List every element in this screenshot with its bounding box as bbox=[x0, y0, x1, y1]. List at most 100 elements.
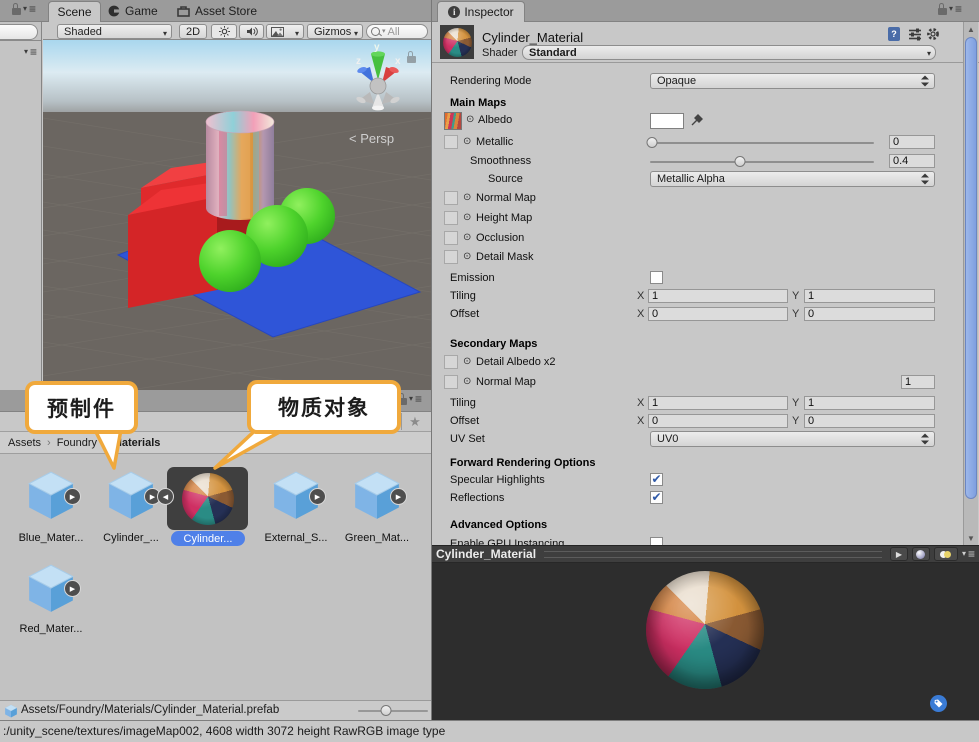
breadcrumb-materials[interactable]: Materials bbox=[113, 437, 161, 449]
secondary-offset-x-field[interactable] bbox=[648, 414, 788, 428]
status-text[interactable]: :/unity_scene/textures/imageMap002, 4608… bbox=[3, 724, 445, 738]
project-window-menu[interactable]: ▾ ≡ bbox=[398, 393, 422, 405]
tab-inspector[interactable]: i Inspector bbox=[437, 1, 525, 22]
albedo-color-swatch[interactable] bbox=[650, 113, 684, 129]
chevron-down-icon[interactable]: ▾ bbox=[23, 5, 27, 13]
secondary-tiling-x-field[interactable] bbox=[648, 396, 788, 410]
target-picker-icon[interactable]: ⊙ bbox=[463, 232, 471, 243]
panel-divider-vertical[interactable] bbox=[431, 0, 432, 720]
green-sphere[interactable] bbox=[199, 230, 261, 292]
target-picker-icon[interactable]: ⊙ bbox=[463, 192, 471, 203]
preview-header[interactable]: Cylinder_Material ▶ ▾ ≡ bbox=[432, 545, 979, 563]
asset-expand-badge[interactable]: ▶ bbox=[309, 488, 326, 505]
smoothness-slider[interactable] bbox=[650, 161, 874, 163]
project-item-label-selected[interactable]: Cylinder... bbox=[171, 531, 245, 546]
tab-game[interactable]: Game bbox=[108, 0, 158, 22]
project-item-label[interactable]: Red_Mater... bbox=[6, 623, 96, 635]
chevron-down-icon[interactable]: ▾ bbox=[949, 5, 953, 13]
project-item-label[interactable]: Blue_Mater... bbox=[6, 532, 96, 544]
menu-icon[interactable]: ≡ bbox=[955, 3, 962, 15]
scroll-down-icon[interactable]: ▼ bbox=[964, 531, 978, 545]
project-item-selected-tile[interactable] bbox=[167, 467, 248, 530]
preview-material-sphere[interactable] bbox=[646, 571, 764, 689]
metallic-texture-slot[interactable] bbox=[444, 135, 458, 149]
scene-effects-button[interactable]: ▾ bbox=[266, 24, 304, 39]
scrollbar-thumb[interactable] bbox=[965, 37, 977, 499]
left-panel-search-field[interactable] bbox=[0, 24, 38, 40]
reflections-checkbox[interactable]: ✔ bbox=[650, 491, 663, 504]
metallic-slider[interactable] bbox=[650, 142, 874, 144]
target-picker-icon[interactable]: ⊙ bbox=[463, 136, 471, 147]
menu-icon[interactable]: ≡ bbox=[415, 393, 422, 405]
zoom-slider-thumb[interactable] bbox=[381, 705, 392, 716]
thumbnail-zoom-slider[interactable] bbox=[358, 710, 428, 712]
shading-mode-dropdown[interactable]: Shaded ▾ bbox=[57, 24, 172, 39]
left-subpanel-menu[interactable]: ▾ ≡ bbox=[24, 46, 37, 58]
scene-viewport[interactable]: y z x < Persp bbox=[43, 40, 431, 390]
tiling-y-field[interactable] bbox=[804, 289, 935, 303]
asset-expand-badge[interactable]: ▶ bbox=[390, 488, 407, 505]
normal-map-texture-slot[interactable] bbox=[444, 191, 458, 205]
offset-y-field[interactable] bbox=[804, 307, 935, 321]
secondary-tiling-y-field[interactable] bbox=[804, 396, 935, 410]
offset-x-field[interactable] bbox=[648, 307, 788, 321]
favorite-star-button[interactable]: ★ bbox=[401, 413, 428, 430]
asset-expand-badge[interactable]: ▶ bbox=[64, 488, 81, 505]
asset-expand-badge[interactable]: ▶ bbox=[64, 580, 81, 597]
chevron-down-icon[interactable]: ▾ bbox=[409, 395, 413, 403]
rendering-mode-dropdown[interactable]: Opaque bbox=[650, 73, 935, 89]
occlusion-texture-slot[interactable] bbox=[444, 231, 458, 245]
asset-collapse-badge[interactable]: ◀ bbox=[157, 488, 174, 505]
tab-scene[interactable]: Scene bbox=[48, 1, 101, 22]
secondary-normal-texture-slot[interactable] bbox=[444, 375, 458, 389]
presets-icon[interactable] bbox=[908, 27, 922, 41]
textured-cylinder[interactable] bbox=[206, 111, 274, 220]
inspector-scrollbar[interactable]: ▲ ▼ bbox=[963, 22, 978, 545]
inspector-window-menu[interactable]: ▾ ≡ bbox=[938, 3, 962, 15]
left-panel-window-menu[interactable]: ▾ ≡ bbox=[12, 3, 36, 15]
target-picker-icon[interactable]: ⊙ bbox=[466, 114, 474, 125]
asset-labels-icon[interactable] bbox=[930, 695, 947, 712]
scene-audio-button[interactable] bbox=[239, 24, 264, 39]
project-item-label[interactable]: Cylinder_... bbox=[86, 532, 176, 544]
preview-shape-button[interactable] bbox=[912, 547, 930, 561]
preview-menu[interactable]: ▾ ≡ bbox=[962, 548, 975, 560]
project-item-label[interactable]: Green_Mat... bbox=[332, 532, 422, 544]
tiling-x-field[interactable] bbox=[648, 289, 788, 303]
breadcrumb-assets[interactable]: Assets bbox=[8, 437, 41, 449]
scene-lock-icon[interactable] bbox=[407, 56, 416, 63]
height-map-texture-slot[interactable] bbox=[444, 211, 458, 225]
perspective-label[interactable]: < Persp bbox=[349, 131, 394, 146]
material-preview-icon[interactable] bbox=[440, 25, 474, 59]
uv-set-dropdown[interactable]: UV0 bbox=[650, 431, 935, 447]
source-dropdown[interactable]: Metallic Alpha bbox=[650, 171, 935, 187]
preview-body[interactable] bbox=[432, 563, 979, 720]
gear-icon[interactable] bbox=[926, 27, 940, 41]
lock-icon[interactable] bbox=[938, 8, 947, 15]
scroll-up-icon[interactable]: ▲ bbox=[964, 22, 978, 36]
scene-search-field[interactable]: ▾ All bbox=[366, 24, 428, 39]
shader-dropdown[interactable]: Standard ▾ bbox=[522, 45, 936, 60]
gizmos-dropdown[interactable]: Gizmos ▾ bbox=[307, 24, 363, 39]
normal-scale-field[interactable] bbox=[901, 375, 935, 389]
project-item-label[interactable]: External_S... bbox=[251, 532, 341, 544]
target-picker-icon[interactable]: ⊙ bbox=[463, 356, 471, 367]
albedo-texture-slot[interactable] bbox=[444, 112, 462, 130]
preview-lighting-button[interactable] bbox=[934, 547, 958, 561]
target-picker-icon[interactable]: ⊙ bbox=[463, 251, 471, 262]
smoothness-value-field[interactable] bbox=[889, 154, 935, 168]
detail-albedo-texture-slot[interactable] bbox=[444, 355, 458, 369]
target-picker-icon[interactable]: ⊙ bbox=[463, 212, 471, 223]
emission-checkbox[interactable] bbox=[650, 271, 663, 284]
2d-toggle-button[interactable]: 2D bbox=[179, 24, 207, 39]
tab-asset-store[interactable]: Asset Store bbox=[177, 0, 257, 22]
menu-icon[interactable]: ≡ bbox=[29, 3, 36, 15]
breadcrumb-foundry[interactable]: Foundry bbox=[57, 437, 97, 449]
help-icon[interactable]: ? bbox=[888, 27, 900, 41]
secondary-offset-y-field[interactable] bbox=[804, 414, 935, 428]
scene-lighting-button[interactable] bbox=[211, 24, 237, 39]
detail-mask-texture-slot[interactable] bbox=[444, 250, 458, 264]
preview-play-button[interactable]: ▶ bbox=[890, 547, 908, 561]
eyedropper-icon[interactable] bbox=[690, 113, 704, 127]
metallic-value-field[interactable] bbox=[889, 135, 935, 149]
